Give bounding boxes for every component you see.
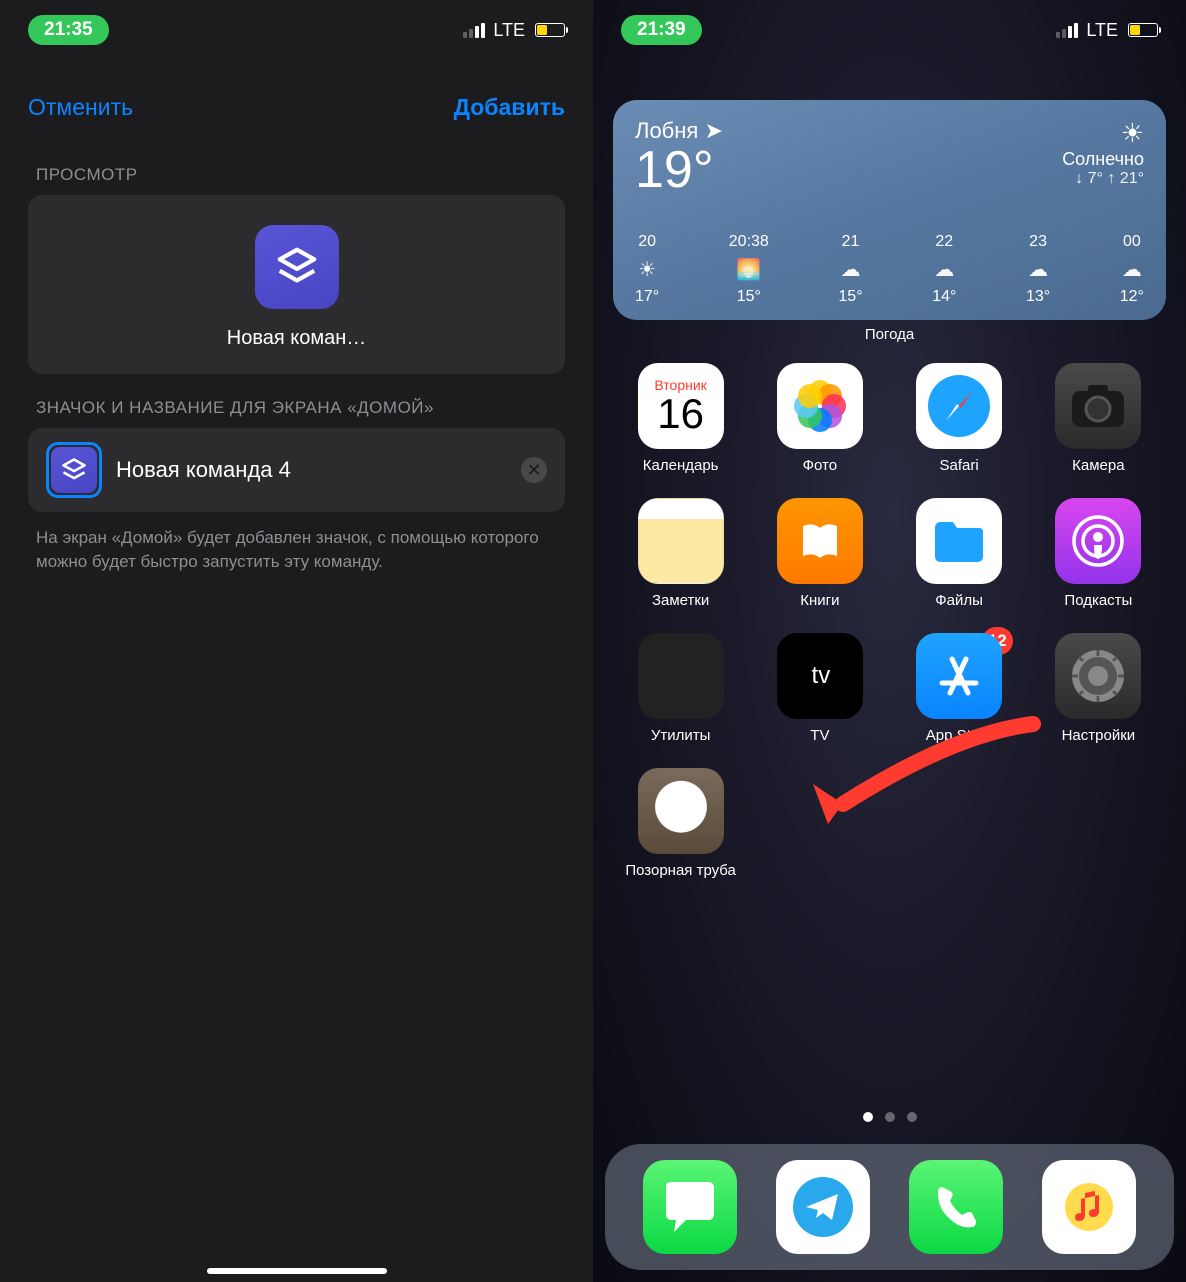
shortcut-hint-text: На экран «Домой» будет добавлен значок, … <box>0 512 593 588</box>
signal-icon <box>1056 23 1078 38</box>
app-calendar[interactable]: Вторник16 Календарь <box>615 363 746 474</box>
hourly-forecast: 21☁15° <box>838 233 862 306</box>
status-time: 21:39 <box>621 15 702 45</box>
shortcut-name-input[interactable] <box>116 457 507 483</box>
weather-hour-icon: ☁ <box>1120 257 1144 282</box>
tv-icon: tv <box>777 633 863 719</box>
weather-widget-label: Погода <box>593 326 1186 343</box>
preview-card: Новая коман… <box>28 195 565 374</box>
icon-name-section-label: ЗНАЧОК И НАЗВАНИЕ ДЛЯ ЭКРАНА «ДОМОЙ» <box>0 374 593 428</box>
shortcut-icon-picker[interactable] <box>46 442 102 498</box>
signal-icon <box>463 23 485 38</box>
app-settings[interactable]: Настройки <box>1033 633 1164 744</box>
page-indicator[interactable] <box>863 1112 917 1122</box>
weather-hour-icon: ☀ <box>635 257 659 282</box>
dock <box>605 1144 1174 1270</box>
app-notes[interactable]: Заметки <box>615 498 746 609</box>
status-indicators: LTE <box>1056 20 1158 41</box>
appstore-icon <box>916 633 1002 719</box>
hourly-forecast: 23☁13° <box>1026 233 1050 306</box>
app-custom-shortcut[interactable]: Позорная труба <box>615 768 746 879</box>
app-camera[interactable]: Камера <box>1033 363 1164 474</box>
app-tv[interactable]: tv TV <box>754 633 885 744</box>
app-messages[interactable] <box>643 1160 737 1254</box>
settings-icon <box>1055 633 1141 719</box>
app-files[interactable]: Файлы <box>894 498 1025 609</box>
app-utilities-folder[interactable]: Утилиты <box>615 633 746 744</box>
weather-range: ↓ 7° ↑ 21° <box>1062 170 1144 188</box>
status-bar: 21:39 LTE <box>593 0 1186 60</box>
photos-icon <box>777 363 863 449</box>
hourly-forecast: 20:38🌅15° <box>729 233 769 306</box>
modal-nav: Отменить Добавить <box>0 70 593 141</box>
custom-shortcut-icon <box>638 768 724 854</box>
app-appstore[interactable]: 12 App Store <box>894 633 1025 744</box>
hourly-forecast: 00☁12° <box>1120 233 1144 306</box>
weather-temp: 19° <box>635 144 723 196</box>
shortcut-name-row: ✕ <box>28 428 565 512</box>
app-yandex-music[interactable] <box>1042 1160 1136 1254</box>
network-label: LTE <box>1086 20 1118 41</box>
network-label: LTE <box>493 20 525 41</box>
cancel-button[interactable]: Отменить <box>28 94 133 121</box>
sun-icon: ☀ <box>1062 118 1144 149</box>
hourly-forecast: 20☀17° <box>635 233 659 306</box>
weather-hour-icon: 🌅 <box>729 257 769 282</box>
app-phone[interactable] <box>909 1160 1003 1254</box>
app-telegram[interactable] <box>776 1160 870 1254</box>
hourly-forecast: 22☁14° <box>932 233 956 306</box>
battery-icon <box>535 23 565 37</box>
weather-hour-icon: ☁ <box>1026 257 1050 282</box>
status-indicators: LTE <box>463 20 565 41</box>
preview-shortcut-name: Новая коман… <box>48 327 545 350</box>
books-icon <box>777 498 863 584</box>
clear-input-icon[interactable]: ✕ <box>521 457 547 483</box>
app-books[interactable]: Книги <box>754 498 885 609</box>
shortcut-icon <box>255 225 339 309</box>
status-time: 21:35 <box>28 15 109 45</box>
battery-icon <box>1128 23 1158 37</box>
podcasts-icon <box>1055 498 1141 584</box>
status-bar: 21:35 LTE <box>0 0 593 60</box>
notes-icon <box>638 498 724 584</box>
app-safari[interactable]: Safari <box>894 363 1025 474</box>
weather-condition: Солнечно <box>1062 149 1144 170</box>
add-button[interactable]: Добавить <box>454 94 565 121</box>
preview-section-label: ПРОСМОТР <box>0 141 593 195</box>
folder-icon <box>638 633 724 719</box>
app-photos[interactable]: Фото <box>754 363 885 474</box>
camera-icon <box>1055 363 1141 449</box>
weather-widget[interactable]: Лобня ➤ 19° ☀ Солнечно ↓ 7° ↑ 21° 20☀17°… <box>613 100 1166 320</box>
calendar-date: 16 <box>657 393 704 435</box>
safari-icon <box>916 363 1002 449</box>
files-icon <box>916 498 1002 584</box>
weather-hour-icon: ☁ <box>838 257 862 282</box>
home-indicator[interactable] <box>207 1268 387 1274</box>
weather-hour-icon: ☁ <box>932 257 956 282</box>
app-podcasts[interactable]: Подкасты <box>1033 498 1164 609</box>
